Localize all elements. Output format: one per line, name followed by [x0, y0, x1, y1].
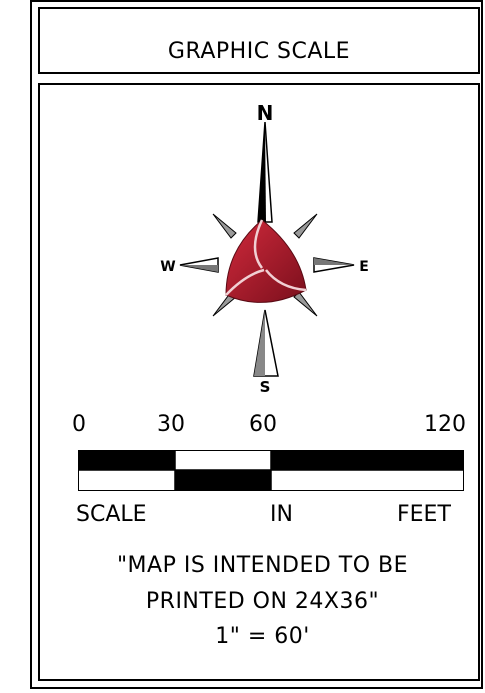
east-arrow-icon [313, 257, 355, 273]
scale-tick-60: 60 [249, 412, 277, 437]
south-needle-icon [253, 309, 279, 377]
north-needle-icon [257, 121, 273, 223]
scale-ratio-note: 1" = 60' [215, 624, 310, 649]
scale-segment-top-1 [78, 450, 175, 470]
east-label: E [359, 259, 369, 275]
north-arrow-compass: N S W E [160, 101, 369, 395]
scale-in-label: IN [270, 502, 293, 527]
south-label: S [260, 378, 271, 395]
west-label: W [160, 259, 175, 275]
graphic-scale-title: GRAPHIC SCALE [167, 39, 351, 64]
print-note-line-2: PRINTED ON 24X36" [145, 589, 380, 614]
scale-tick-0: 0 [72, 412, 86, 437]
scale-segment-top-3 [271, 450, 464, 470]
scale-label: SCALE [76, 502, 147, 527]
scale-segment-bottom-2 [175, 470, 271, 491]
title-box: GRAPHIC SCALE [38, 7, 480, 74]
print-note-line-1: "MAP IS INTENDED TO BE [116, 553, 409, 578]
west-arrow-icon [179, 257, 219, 273]
scale-tick-30: 30 [157, 412, 185, 437]
scale-feet-label: FEET [397, 502, 451, 527]
scale-bar [78, 450, 464, 491]
north-label: N [257, 101, 274, 125]
scale-tick-120: 120 [424, 412, 466, 437]
